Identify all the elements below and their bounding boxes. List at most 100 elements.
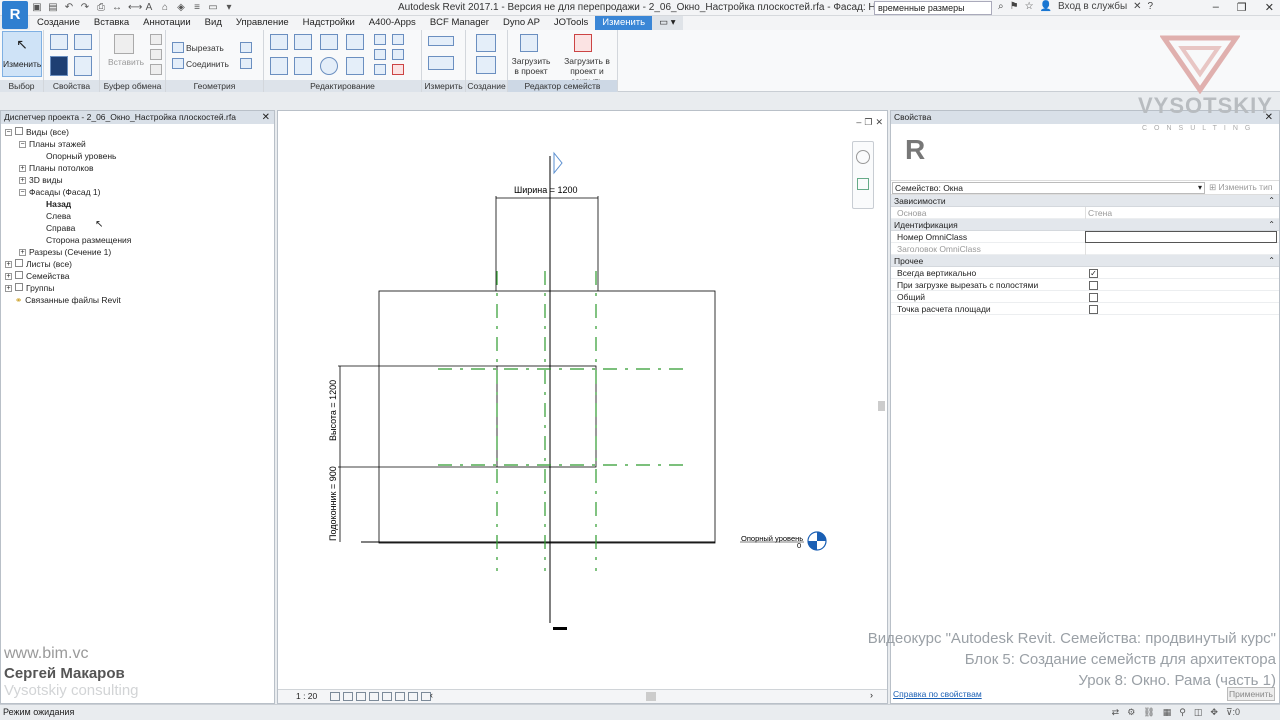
tab-insert[interactable]: Вставка xyxy=(87,16,136,30)
tree-3d-views[interactable]: +3D виды xyxy=(19,174,63,186)
rotate-icon[interactable] xyxy=(320,57,338,75)
tab-manage[interactable]: Управление xyxy=(229,16,296,30)
copy-element-icon[interactable] xyxy=(294,57,312,75)
scale-icon[interactable] xyxy=(392,49,404,60)
mirror-draw-icon[interactable] xyxy=(346,34,364,50)
close-icon[interactable]: ✕ xyxy=(1265,1,1274,14)
section-other[interactable]: Прочее ⌃ xyxy=(891,255,1279,267)
user-icon[interactable]: 👤 xyxy=(1040,1,1052,12)
subscription-icon[interactable]: ⚑ xyxy=(1010,1,1019,12)
room-calc-checkbox[interactable] xyxy=(1089,305,1098,314)
measure-between-icon[interactable] xyxy=(428,36,454,46)
crop-view-icon[interactable] xyxy=(382,692,392,701)
section-identity[interactable]: Идентификация ⌃ xyxy=(891,219,1279,231)
drawing-view[interactable]: Ширина = 1200 Высота = 1200 Подоконник =… xyxy=(277,110,888,704)
search-input[interactable]: временные размеры xyxy=(874,1,992,15)
tree-families[interactable]: + Семейства xyxy=(5,270,69,282)
save-icon[interactable]: ▤ xyxy=(48,2,58,13)
split-icon[interactable] xyxy=(374,34,386,45)
tab-bcf-manager[interactable]: BCF Manager xyxy=(423,16,496,30)
maximize-icon[interactable]: ❐ xyxy=(1237,1,1247,14)
horizontal-scrollbar[interactable] xyxy=(646,692,656,701)
tab-dyno-ap[interactable]: Dyno AP xyxy=(496,16,547,30)
undo-icon[interactable]: ↶ xyxy=(64,2,74,13)
split-face-icon[interactable] xyxy=(240,42,252,53)
thin-lines-icon[interactable]: ≡ xyxy=(192,2,202,13)
scroll-right-icon[interactable]: › xyxy=(870,690,873,700)
measure-icon[interactable]: ↔ xyxy=(112,2,122,13)
tab-a400-apps[interactable]: A400-Apps xyxy=(362,16,423,30)
offset-icon[interactable] xyxy=(294,34,312,50)
copy-icon[interactable] xyxy=(150,49,162,60)
temporary-hide-icon[interactable] xyxy=(408,692,418,701)
cut-geometry-label[interactable]: Вырезать xyxy=(186,43,224,53)
delete-icon[interactable] xyxy=(392,64,404,75)
close-view-icon[interactable]: ✕ xyxy=(875,117,883,128)
tree-ref-level[interactable]: Опорный уровень xyxy=(46,150,116,162)
minimize-icon[interactable]: – xyxy=(1213,1,1219,14)
join-geometry-icon[interactable] xyxy=(172,58,184,69)
join-geometry-label[interactable]: Соединить xyxy=(186,59,229,69)
family-selector[interactable]: Семейство: Окна ▾ xyxy=(892,182,1205,194)
binoculars-icon[interactable]: ⌕ xyxy=(998,1,1004,12)
paste-label[interactable]: Вставить xyxy=(108,57,144,67)
pin-icon[interactable] xyxy=(374,64,386,75)
load-into-project-icon[interactable] xyxy=(520,34,538,52)
scroll-left-icon[interactable]: ‹ xyxy=(430,690,433,700)
filter-icon[interactable]: ⊽:0 xyxy=(1226,705,1240,720)
print-icon[interactable]: ⎙ xyxy=(96,2,106,13)
select-by-face-icon[interactable]: ◫ xyxy=(1194,705,1203,720)
star-icon[interactable]: ☆ xyxy=(1025,1,1034,12)
split-gap-icon[interactable] xyxy=(392,34,404,45)
select-pinned-icon[interactable]: ⚲ xyxy=(1179,705,1186,720)
section-constraints[interactable]: Зависимости ⌃ xyxy=(891,195,1279,207)
redo-icon[interactable]: ↷ xyxy=(80,2,90,13)
tree-sections[interactable]: + Разрезы (Сечение 1) xyxy=(19,246,111,258)
tab-create[interactable]: Создание xyxy=(30,16,87,30)
help-icon[interactable]: ? xyxy=(1148,1,1154,12)
close-icon[interactable]: ✕ xyxy=(262,111,270,124)
tab-modify[interactable]: Изменить xyxy=(595,16,653,30)
group-select-label[interactable]: Выбор xyxy=(0,80,43,92)
family-category-icon[interactable] xyxy=(50,34,68,50)
tree-placement-side[interactable]: Сторона размещения xyxy=(46,234,131,246)
tree-ceiling-plans[interactable]: + Планы потолков xyxy=(19,162,93,174)
tree-right[interactable]: Справа xyxy=(46,222,75,234)
properties-icon[interactable] xyxy=(50,56,68,76)
login-label[interactable]: Вход в службы xyxy=(1058,1,1127,12)
worksets-icon[interactable]: ⇄ xyxy=(1112,705,1120,720)
create-similar-icon[interactable] xyxy=(476,34,496,52)
restore-view-icon[interactable]: ❐ xyxy=(864,117,872,128)
tree-left[interactable]: Слева xyxy=(46,210,71,222)
load-into-project-label[interactable]: Загрузить в проект xyxy=(510,56,552,76)
scale-label[interactable]: 1 : 20 xyxy=(296,691,317,701)
select-underlay-icon[interactable]: ▦ xyxy=(1163,705,1172,720)
cut-voids-checkbox[interactable] xyxy=(1089,281,1098,290)
tab-addins[interactable]: Надстройки xyxy=(296,16,362,30)
family-types-icon[interactable] xyxy=(74,34,92,50)
trim-icon[interactable] xyxy=(346,57,364,75)
crop-region-icon[interactable] xyxy=(395,692,405,701)
ribbon-options-toggle[interactable]: ▭ ▾ xyxy=(652,16,683,30)
tab-annotate[interactable]: Аннотации xyxy=(136,16,198,30)
cart-icon[interactable]: ✕ xyxy=(1133,1,1141,12)
shadows-icon[interactable] xyxy=(369,692,379,701)
modify-button[interactable]: ↖ Изменить xyxy=(2,31,42,77)
paint-icon[interactable] xyxy=(240,58,252,69)
match-type-icon[interactable] xyxy=(150,64,162,75)
cut-icon[interactable] xyxy=(150,34,162,45)
steering-wheel-icon[interactable] xyxy=(856,150,870,164)
create-group-icon[interactable] xyxy=(476,56,496,74)
section-icon[interactable]: ◈ xyxy=(176,2,186,13)
select-links-icon[interactable]: ⛓ xyxy=(1143,705,1154,720)
sun-path-icon[interactable] xyxy=(356,692,366,701)
dimension-icon[interactable]: ⟷ xyxy=(128,2,142,13)
shared-checkbox[interactable] xyxy=(1089,293,1098,302)
mirror-axis-icon[interactable] xyxy=(320,34,338,50)
vertical-scrollbar[interactable] xyxy=(878,401,885,411)
tree-elevations[interactable]: − Фасады (Фасад 1) xyxy=(19,186,100,198)
array-icon[interactable] xyxy=(374,49,386,60)
type-properties-icon[interactable] xyxy=(74,56,92,76)
tab-view[interactable]: Вид xyxy=(198,16,229,30)
tree-views-all[interactable]: − Виды (все) xyxy=(5,126,69,138)
